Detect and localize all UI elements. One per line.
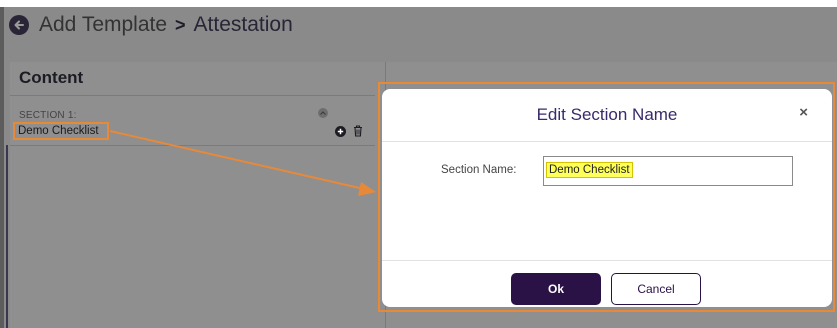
dialog-title: Edit Section Name xyxy=(536,105,678,124)
section-name-label: Section Name: xyxy=(441,164,517,176)
section-name-input[interactable]: Demo Checklist xyxy=(543,156,793,186)
ok-button[interactable]: Ok xyxy=(511,273,601,305)
edit-section-dialog: Edit Section Name × Section Name: Demo C… xyxy=(382,89,832,307)
close-icon[interactable]: × xyxy=(799,104,808,121)
section-name-value: Demo Checklist xyxy=(546,162,633,178)
dialog-footer-divider xyxy=(382,260,832,261)
cancel-button[interactable]: Cancel xyxy=(611,273,701,305)
dialog-header-divider xyxy=(382,141,832,142)
